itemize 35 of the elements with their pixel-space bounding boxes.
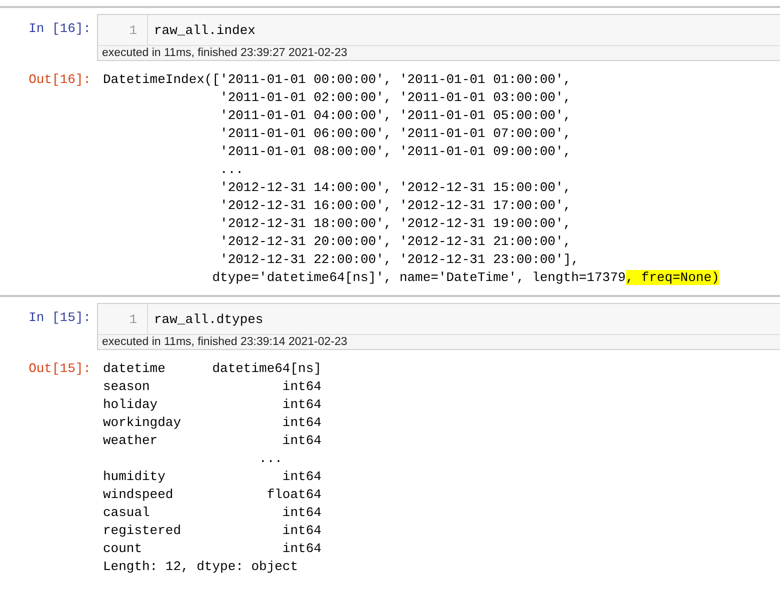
- output-line: '2011-01-01 02:00:00', '2011-01-01 03:00:00',: [219, 89, 572, 107]
- output-line: Length: 12, dtype: object: [103, 558, 300, 576]
- output-prompt: Out[15]:: [28, 360, 92, 378]
- output-prompt: Out[16]:: [28, 71, 92, 89]
- input-prompt: In [15]:: [28, 309, 92, 327]
- output-line: DatetimeIndex(['2011-01-01 00:00:00', '2011-01-01 01:00:00',: [103, 71, 572, 89]
- output-line: workingday int64: [103, 414, 322, 432]
- highlighted-text: , freq=None): [626, 270, 720, 285]
- code-input-cell[interactable]: 1 raw_all.dtypes executed in 11ms, finished 23:39:14 2021-02-23: [97, 303, 780, 350]
- output-line: '2011-01-01 04:00:00', '2011-01-01 05:00:00',: [219, 107, 572, 125]
- output-line: casual int64: [103, 504, 322, 522]
- execution-info: executed in 11ms, finished 23:39:14 2021-02-23: [98, 334, 780, 349]
- output-line: '2011-01-01 08:00:00', '2011-01-01 09:00:00',: [219, 143, 572, 161]
- output-line: ...: [258, 450, 284, 468]
- output-line: holiday int64: [103, 396, 322, 414]
- output-line: count int64: [103, 540, 322, 558]
- output-line: '2011-01-01 06:00:00', '2011-01-01 07:00:00',: [219, 125, 572, 143]
- output-line: '2012-12-31 22:00:00', '2012-12-31 23:00:00'],: [219, 251, 580, 269]
- code-line: raw_all.dtypes: [153, 312, 264, 326]
- output-line: datetime datetime64[ns]: [103, 360, 322, 378]
- output-line: weather int64: [103, 432, 322, 450]
- output-line: windspeed float64: [103, 486, 322, 504]
- code-line: raw_all.index: [153, 22, 256, 38]
- code-input-cell[interactable]: 1 raw_all.index executed in 11ms, finished 23:39:27 2021-02-23: [97, 14, 780, 61]
- execution-info: executed in 11ms, finished 23:39:27 2021-02-23: [98, 45, 780, 60]
- output-line: season int64: [103, 378, 322, 396]
- output-line: humidity int64: [103, 468, 322, 486]
- output-line: '2012-12-31 20:00:00', '2012-12-31 21:00:00',: [219, 233, 572, 251]
- output-line: registered int64: [103, 522, 322, 540]
- output-line: dtype='datetime64[ns]', name='DateTime', length=17379: [211, 270, 626, 285]
- output-line: '2012-12-31 18:00:00', '2012-12-31 19:00:00',: [219, 215, 572, 233]
- output-line: '2012-12-31 16:00:00', '2012-12-31 17:00:00',: [219, 197, 572, 215]
- input-prompt: In [16]:: [28, 20, 92, 38]
- output-line: ...: [219, 161, 244, 179]
- output-line: '2012-12-31 14:00:00', '2012-12-31 15:00:00',: [219, 179, 572, 197]
